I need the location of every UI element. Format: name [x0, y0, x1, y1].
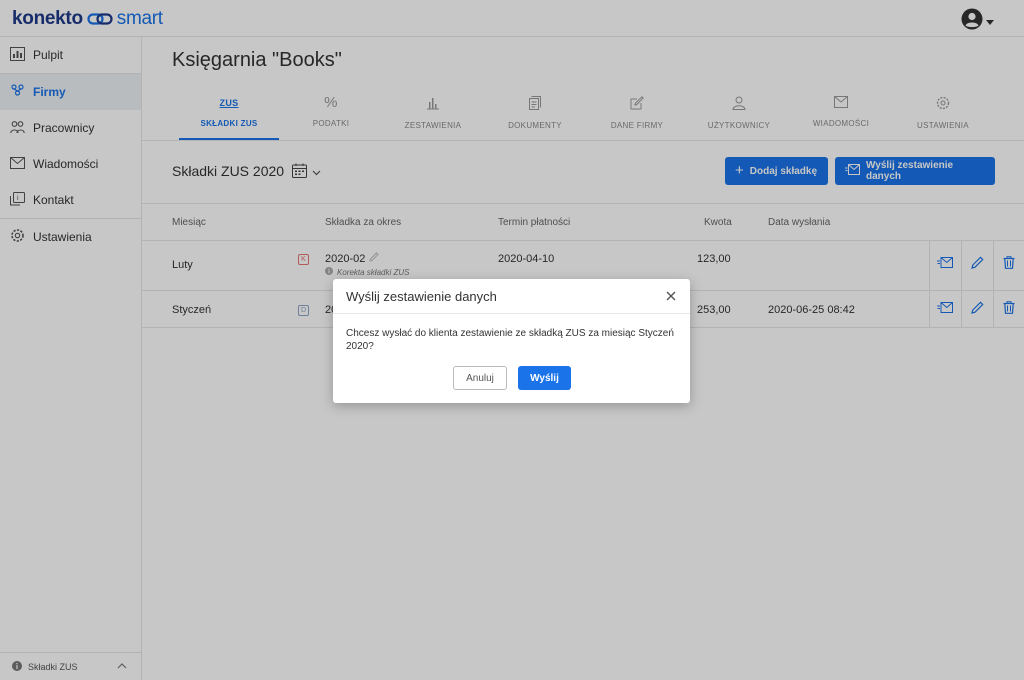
dialog-divider — [333, 313, 690, 314]
confirm-send-button[interactable]: Wyślij — [518, 366, 571, 390]
close-icon[interactable] — [666, 290, 676, 304]
dialog-message: Chcesz wysłać do klienta zestawienie ze … — [346, 328, 674, 352]
dialog-title: Wyślij zestawienie danych — [346, 289, 497, 304]
send-summary-dialog: Wyślij zestawienie danych Chcesz wysłać … — [333, 279, 690, 403]
cancel-button[interactable]: Anuluj — [453, 366, 507, 390]
